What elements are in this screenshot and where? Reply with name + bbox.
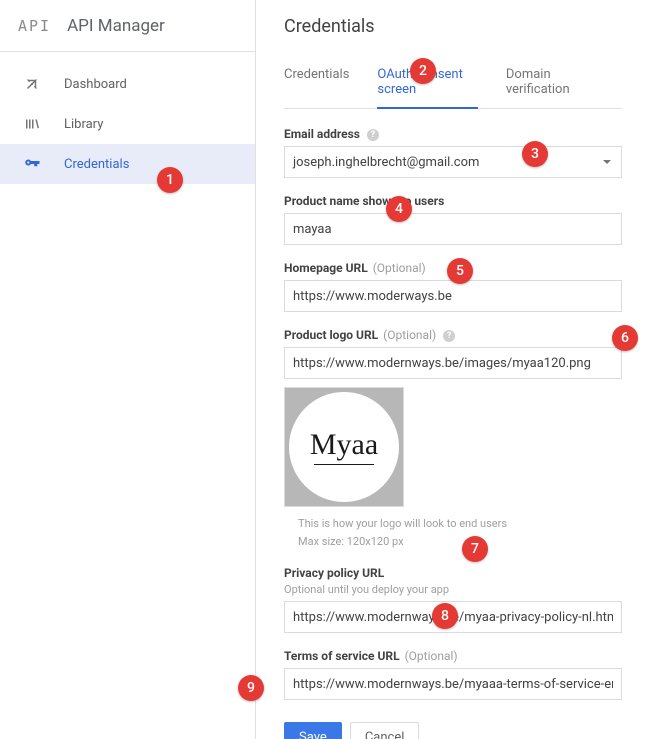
product-name-group: Product name shown to users [284, 194, 622, 245]
sidebar-header: API API Manager [0, 0, 255, 52]
tabs: Credentials OAuth consent screen Domain … [284, 57, 622, 109]
callout-6: 6 [612, 325, 638, 351]
callout-8: 8 [432, 603, 458, 629]
logo-url-input[interactable] [284, 347, 622, 379]
tab-credentials[interactable]: Credentials [284, 57, 349, 109]
tab-domain-verification[interactable]: Domain verification [506, 57, 594, 109]
logo-circle: Myaa [289, 392, 399, 502]
key-icon [22, 154, 42, 174]
callout-7: 7 [462, 536, 488, 562]
cancel-button[interactable]: Cancel [350, 722, 420, 739]
email-label: Email address ? [284, 127, 622, 141]
button-row: Save Cancel [284, 722, 622, 739]
sidebar: API API Manager Dashboard Library Cred [0, 0, 256, 739]
logo-preview-text: Myaa [310, 430, 378, 460]
email-value: joseph.inghelbrecht@gmail.com [293, 155, 479, 170]
callout-4: 4 [386, 196, 412, 222]
api-logo: API [18, 17, 51, 35]
homepage-input[interactable] [284, 280, 622, 312]
tos-label: Terms of service URL (Optional) [284, 649, 622, 663]
callout-2: 2 [410, 58, 436, 84]
callout-9: 9 [238, 675, 264, 701]
logo-caption-2: Max size: 120x120 px [298, 533, 622, 551]
sidebar-item-label: Dashboard [64, 77, 127, 92]
callout-3: 3 [522, 141, 548, 167]
product-name-input[interactable] [284, 213, 622, 245]
logo-url-group: Product logo URL (Optional) ? Myaa This … [284, 328, 622, 550]
callout-5: 5 [447, 258, 473, 284]
logo-preview: Myaa [284, 387, 404, 507]
save-button[interactable]: Save [284, 722, 342, 739]
callout-1: 1 [157, 167, 183, 193]
sidebar-item-label: Credentials [64, 157, 129, 172]
logo-caption-1: This is how your logo will look to end u… [298, 515, 622, 533]
help-icon[interactable]: ? [367, 129, 379, 141]
tos-group: Terms of service URL (Optional) [284, 649, 622, 700]
privacy-sublabel: Optional until you deploy your app [284, 583, 622, 596]
dashboard-icon [22, 74, 42, 94]
privacy-label: Privacy policy URL [284, 566, 622, 580]
email-select[interactable]: joseph.inghelbrecht@gmail.com [284, 146, 622, 178]
main-content: Credentials Credentials OAuth consent sc… [256, 0, 650, 739]
help-icon[interactable]: ? [443, 330, 455, 342]
tos-input[interactable] [284, 668, 622, 700]
chevron-down-icon [603, 160, 611, 164]
sidebar-item-library[interactable]: Library [0, 104, 255, 144]
sidebar-item-credentials[interactable]: Credentials [0, 144, 255, 184]
email-group: Email address ? joseph.inghelbrecht@gmai… [284, 127, 622, 178]
library-icon [22, 114, 42, 134]
logo-url-label: Product logo URL (Optional) ? [284, 328, 622, 342]
page-title: Credentials [284, 16, 622, 57]
sidebar-title: API Manager [67, 16, 165, 36]
nav-list: Dashboard Library Credentials [0, 52, 255, 184]
sidebar-item-label: Library [64, 117, 103, 132]
product-name-label: Product name shown to users [284, 194, 622, 208]
sidebar-item-dashboard[interactable]: Dashboard [0, 64, 255, 104]
